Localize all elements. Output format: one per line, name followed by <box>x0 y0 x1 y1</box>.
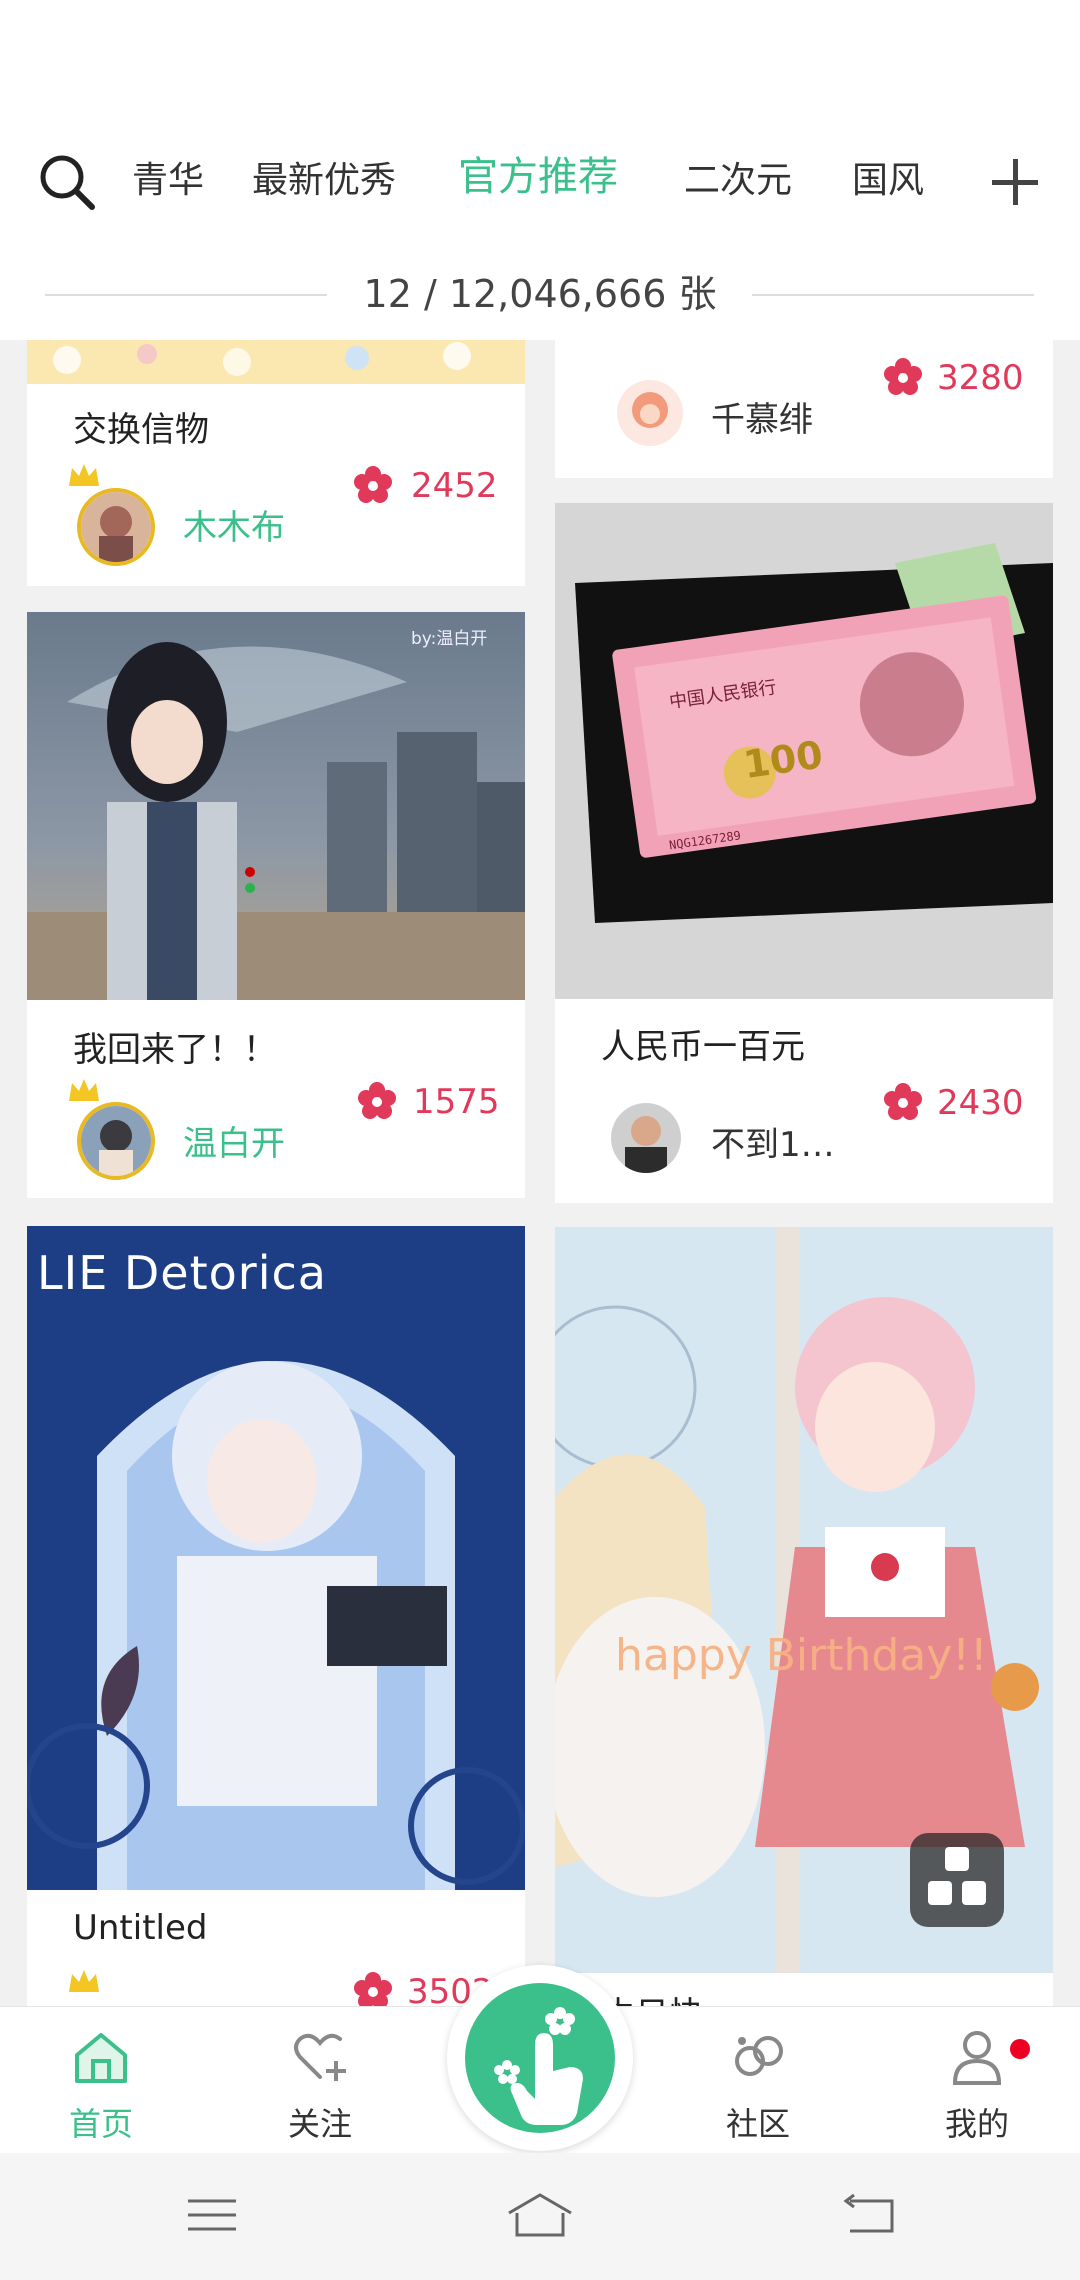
card-title: 生日快 <box>601 1987 703 2006</box>
nav-mine[interactable]: 我的 <box>902 2007 1052 2154</box>
card-title: Untitled <box>73 1908 208 1948</box>
flower-like-icon[interactable] <box>881 356 925 400</box>
flower-like-icon[interactable] <box>355 1080 399 1124</box>
back-icon[interactable] <box>840 2191 900 2241</box>
like-count: 3280 <box>937 358 1024 398</box>
home-system-icon[interactable] <box>505 2191 575 2241</box>
nav-community[interactable]: 社区 <box>683 2007 833 2154</box>
system-navigation-bar <box>0 2153 1080 2280</box>
avatar[interactable] <box>617 380 683 446</box>
grid-square-icon <box>945 1847 969 1871</box>
artwork-card[interactable]: LIE Detorica Untitled 3502 <box>27 1226 525 2006</box>
like-count: 1575 <box>413 1082 500 1122</box>
home-icon <box>75 2033 127 2083</box>
artwork-image <box>27 1226 525 1890</box>
heart-plus-icon <box>294 2033 346 2081</box>
grid-square-icon <box>962 1881 986 1905</box>
tab-anime[interactable]: 二次元 <box>684 156 792 206</box>
username[interactable]: 千慕绯 <box>711 392 813 441</box>
image-counter: 12 / 12,046,666 张 <box>363 272 717 316</box>
artwork-caption: LIE Detorica <box>37 1246 327 1300</box>
crown-icon <box>69 1079 99 1101</box>
card-title: 交换信物 <box>73 410 209 450</box>
nav-follow[interactable]: 关注 <box>245 2007 395 2154</box>
center-action-button[interactable] <box>447 1965 633 2151</box>
tab-latest-excellent[interactable]: 最新优秀 <box>252 156 396 206</box>
username[interactable]: 不到1… <box>711 1117 835 1166</box>
like-count: 2452 <box>411 466 498 506</box>
artwork-card[interactable]: 100 中国人民银行 NQG1267289 人民币一百元 不到1… 2430 <box>555 503 1053 1203</box>
nav-home[interactable]: 首页 <box>26 2007 176 2154</box>
card-title: 我回来了！！ <box>73 1030 277 1070</box>
artwork-card[interactable]: by:温白开 我回来了！！ 温白开 1575 <box>27 612 525 1198</box>
flower-like-icon[interactable] <box>881 1081 925 1125</box>
avatar[interactable] <box>77 488 155 566</box>
notification-dot <box>1010 2039 1030 2059</box>
person-icon <box>952 2031 1002 2085</box>
crown-icon <box>69 464 99 486</box>
artwork-signature: by:温白开 <box>411 629 488 649</box>
artwork-image <box>27 340 525 384</box>
flower-like-icon[interactable] <box>351 1970 395 2006</box>
artwork-card[interactable]: 千慕绯 3280 <box>555 340 1053 478</box>
menu-icon[interactable] <box>182 2191 242 2241</box>
avatar[interactable] <box>77 1102 155 1180</box>
add-tab-icon[interactable] <box>990 157 1040 207</box>
search-icon[interactable] <box>38 153 96 211</box>
username[interactable]: 温白开 <box>183 1116 285 1165</box>
tap-hand-icon <box>494 2007 583 2125</box>
username[interactable]: 木木布 <box>183 500 285 549</box>
nav-label: 首页 <box>68 2105 133 2143</box>
avatar[interactable] <box>611 1103 681 1173</box>
nav-label: 关注 <box>287 2105 352 2143</box>
artwork-image <box>27 612 525 1000</box>
card-title: 人民币一百元 <box>601 1027 805 1067</box>
tab-official-recommend[interactable]: 官方推荐 <box>458 152 618 202</box>
layout-toggle-button[interactable] <box>910 1833 1004 1927</box>
nav-label: 社区 <box>725 2105 790 2143</box>
tab-guofeng[interactable]: 国风 <box>852 156 924 206</box>
artwork-caption: happy Birthday!! <box>615 1630 988 1681</box>
like-count: 2430 <box>937 1083 1024 1123</box>
flower-like-icon[interactable] <box>351 464 395 508</box>
nav-label: 我的 <box>944 2105 1009 2143</box>
tab-qinghua[interactable]: 青华 <box>132 156 204 206</box>
community-icon <box>735 2036 783 2076</box>
grid-square-icon <box>928 1881 952 1905</box>
artwork-image: 100 中国人民银行 NQG1267289 <box>555 503 1053 999</box>
crown-icon <box>69 1970 99 1992</box>
artwork-card[interactable]: 交换信物 木木布 2452 <box>27 340 525 586</box>
